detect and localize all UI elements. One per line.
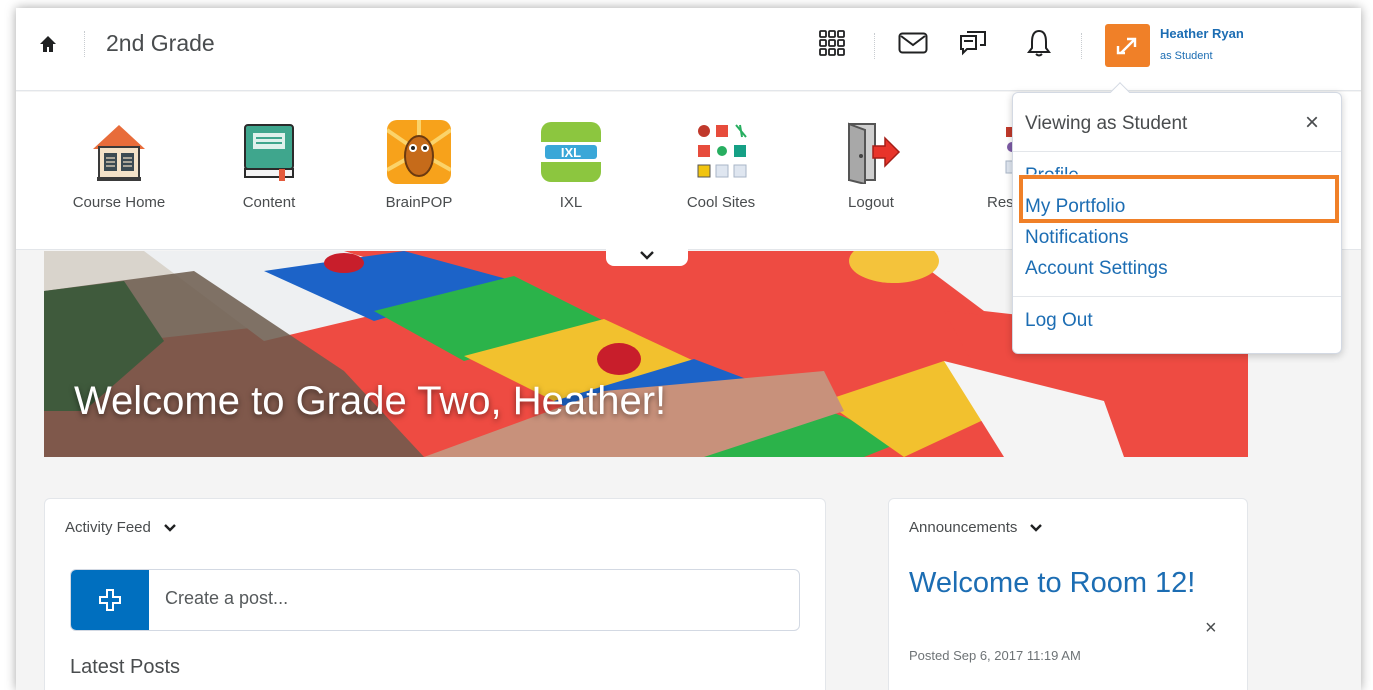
nav-divider (1081, 33, 1082, 59)
tool-label: Logout (848, 194, 894, 211)
announcements-title: Announcements (909, 519, 1018, 536)
tool-label: Content (242, 194, 296, 211)
banner-title: Welcome to Grade Two, Heather! (74, 379, 667, 423)
tool-cool-sites[interactable]: Cool Sites (661, 120, 781, 211)
activity-feed-title: Activity Feed (65, 519, 151, 536)
exit-door-icon (839, 120, 903, 184)
tool-ixl[interactable]: IXL IXL (511, 120, 631, 211)
dropdown-divider (1013, 151, 1341, 152)
create-post-row: Create a post... (70, 569, 800, 631)
role-switch-avatar[interactable] (1105, 24, 1150, 67)
chevron-down-icon (640, 251, 654, 260)
chat-bubble-icon[interactable] (958, 28, 988, 58)
sites-grid-icon (689, 120, 753, 184)
course-title[interactable]: 2nd Grade (106, 30, 215, 57)
announcements-widget: Announcements Welcome to Room 12! × Post… (888, 498, 1248, 690)
book-icon (237, 120, 301, 184)
user-menu-dropdown: Viewing as Student × Profile My Portfoli… (1012, 82, 1342, 354)
ixl-icon: IXL (539, 120, 603, 184)
tool-course-home[interactable]: Course Home (59, 120, 179, 211)
dismiss-announcement-icon[interactable]: × (1205, 617, 1217, 640)
dropdown-heading: Viewing as Student (1025, 113, 1188, 134)
latest-posts-heading: Latest Posts (70, 656, 181, 678)
menu-item-account-settings[interactable]: Account Settings (1025, 258, 1168, 280)
announcement-item-title[interactable]: Welcome to Room 12! (909, 567, 1195, 600)
tool-label: BrainPOP (385, 194, 453, 211)
bell-icon[interactable] (1024, 28, 1054, 58)
close-icon[interactable]: × (1305, 109, 1319, 137)
tool-label: Course Home (72, 194, 166, 211)
user-role: as Student (1160, 50, 1213, 62)
app-window: 2nd Grade Heather Ryan as Student Course… (16, 8, 1361, 690)
navbar: 2nd Grade Heather Ryan as Student (16, 8, 1361, 91)
tool-label: Cool Sites (686, 194, 756, 211)
tools-collapse-toggle[interactable] (606, 244, 688, 266)
highlight-box (1019, 175, 1339, 223)
home-icon[interactable] (38, 34, 58, 54)
switch-arrows-icon (1116, 37, 1136, 54)
house-icon (87, 120, 151, 184)
nav-divider (874, 33, 875, 59)
plus-icon (99, 589, 121, 611)
nav-divider (84, 31, 85, 57)
dropdown-divider (1013, 296, 1341, 297)
tool-content[interactable]: Content (209, 120, 329, 211)
menu-item-notifications[interactable]: Notifications (1025, 227, 1129, 249)
tool-logout[interactable]: Logout (811, 120, 931, 211)
menu-item-log-out[interactable]: Log Out (1025, 310, 1093, 332)
tool-label: IXL (559, 194, 583, 211)
tool-brainpop[interactable]: BrainPOP (359, 120, 479, 211)
announcements-header[interactable]: Announcements (909, 519, 1043, 536)
robot-icon (387, 120, 451, 184)
announcement-date: Posted Sep 6, 2017 11:19 AM (909, 648, 1081, 663)
create-post-button[interactable] (71, 570, 149, 630)
chevron-down-icon (164, 524, 176, 532)
user-name[interactable]: Heather Ryan (1160, 26, 1244, 41)
mail-icon[interactable] (898, 28, 928, 58)
activity-feed-widget: Activity Feed Create a post... Latest Po… (44, 498, 826, 690)
waffle-grid-icon[interactable] (817, 28, 847, 58)
svg-text:IXL: IXL (561, 145, 581, 160)
create-post-input[interactable]: Create a post... (165, 588, 288, 609)
chevron-down-icon (1030, 524, 1043, 532)
activity-feed-header[interactable]: Activity Feed (65, 519, 177, 536)
